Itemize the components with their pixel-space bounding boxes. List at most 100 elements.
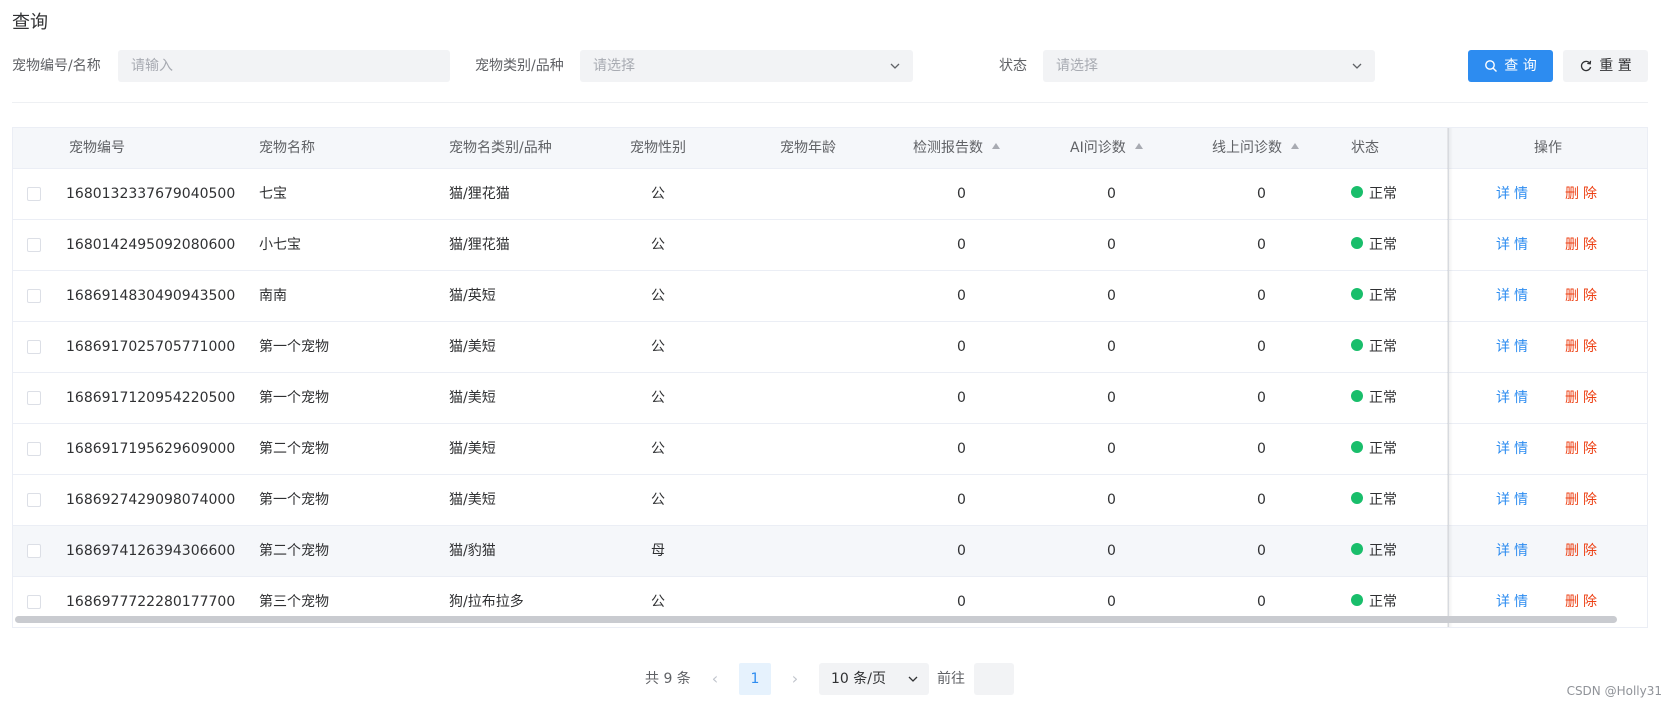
status-text: 正常 — [1369, 186, 1397, 202]
col-reports[interactable]: 检测报告数 — [913, 128, 1000, 168]
status-dot-icon — [1351, 390, 1363, 402]
status-text: 正常 — [1369, 543, 1397, 559]
row-checkbox[interactable] — [27, 238, 41, 252]
divider — [12, 102, 1648, 103]
delete-link[interactable]: 删除 — [1565, 373, 1601, 423]
cell-pet-id: 1686917195629609000 — [66, 441, 236, 457]
page-size-select[interactable]: 10 条/页 — [819, 663, 929, 695]
delete-link[interactable]: 删除 — [1565, 271, 1601, 321]
detail-link[interactable]: 详情 — [1496, 169, 1532, 219]
table-row[interactable]: 1686927429098074000 第一个宠物 猫/美短 公 0 0 0 正常 详情 删除 — [13, 475, 1647, 526]
search-button[interactable]: 查 询 — [1468, 50, 1553, 82]
cell-gender: 公 — [651, 288, 665, 304]
category-label: 宠物类别/品种 — [475, 58, 564, 74]
cell-category: 猫/美短 — [449, 339, 496, 355]
cell-pet-name: 第一个宠物 — [259, 390, 329, 406]
cell-ai: 0 — [1107, 492, 1116, 508]
table-row[interactable]: 1680142495092080600 小七宝 猫/狸花猫 公 0 0 0 正常 详情 删除 — [13, 220, 1647, 271]
cell-category: 猫/美短 — [449, 390, 496, 406]
cell-category: 猫/狸花猫 — [449, 186, 510, 202]
delete-link[interactable]: 删除 — [1565, 220, 1601, 270]
table-row[interactable]: 1686974126394306600 第二个宠物 猫/豹猫 母 0 0 0 正常 详情 删除 — [13, 526, 1647, 577]
col-ai[interactable]: AI问诊数 — [1070, 128, 1143, 168]
cell-online: 0 — [1257, 339, 1266, 355]
detail-link[interactable]: 详情 — [1496, 475, 1532, 525]
row-checkbox[interactable] — [27, 595, 41, 609]
search-icon — [1485, 60, 1498, 72]
detail-link[interactable]: 详情 — [1496, 424, 1532, 474]
row-checkbox[interactable] — [27, 391, 41, 405]
delete-link[interactable]: 删除 — [1565, 169, 1601, 219]
reset-button[interactable]: 重 置 — [1563, 50, 1648, 82]
goto-page-input[interactable] — [974, 663, 1014, 695]
table-row[interactable]: 1686917025705771000 第一个宠物 猫/美短 公 0 0 0 正常 详情 删除 — [13, 322, 1647, 373]
cell-pet-name: 第二个宠物 — [259, 441, 329, 457]
cell-pet-id: 1680132337679040500 — [66, 186, 236, 202]
row-checkbox[interactable] — [27, 493, 41, 507]
pet-id-label: 宠物编号/名称 — [12, 58, 101, 74]
cell-pet-id: 1680142495092080600 — [66, 237, 236, 253]
table-row[interactable]: 1680132337679040500 七宝 猫/狸花猫 公 0 0 0 正常 详情 删除 — [13, 169, 1647, 220]
page-number-button[interactable]: 1 — [739, 663, 771, 695]
cell-ai: 0 — [1107, 186, 1116, 202]
category-select[interactable]: 请选择 — [580, 50, 913, 82]
detail-link[interactable]: 详情 — [1496, 271, 1532, 321]
detail-link[interactable]: 详情 — [1496, 373, 1532, 423]
cell-ai: 0 — [1107, 441, 1116, 457]
detail-link[interactable]: 详情 — [1496, 220, 1532, 270]
horizontal-scrollbar[interactable] — [15, 616, 1617, 623]
cell-pet-id: 1686917120954220500 — [66, 390, 236, 406]
status-dot-icon — [1351, 237, 1363, 249]
row-checkbox[interactable] — [27, 442, 41, 456]
cell-ai: 0 — [1107, 288, 1116, 304]
status-text: 正常 — [1369, 339, 1397, 355]
status-badge: 正常 — [1351, 373, 1397, 423]
cell-reports: 0 — [957, 543, 966, 559]
detail-link[interactable]: 详情 — [1496, 526, 1532, 576]
cell-online: 0 — [1257, 186, 1266, 202]
cell-ai: 0 — [1107, 390, 1116, 406]
status-text: 正常 — [1369, 441, 1397, 457]
goto-label: 前往 — [937, 671, 965, 687]
status-text: 正常 — [1369, 390, 1397, 406]
table-row[interactable]: 1686914830490943500 南南 猫/英短 公 0 0 0 正常 详情 删除 — [13, 271, 1647, 322]
cell-reports: 0 — [957, 441, 966, 457]
cell-gender: 公 — [651, 492, 665, 508]
sort-up-icon[interactable] — [1134, 143, 1143, 149]
chevron-down-icon — [1352, 63, 1362, 69]
pet-id-input[interactable]: 请输入 — [118, 50, 450, 82]
row-checkbox[interactable] — [27, 187, 41, 201]
sort-up-icon[interactable] — [992, 143, 1000, 149]
cell-online: 0 — [1257, 492, 1266, 508]
cell-reports: 0 — [957, 186, 966, 202]
delete-link[interactable]: 删除 — [1565, 526, 1601, 576]
delete-link[interactable]: 删除 — [1565, 475, 1601, 525]
chevron-down-icon — [908, 676, 918, 682]
col-online[interactable]: 线上问诊数 — [1212, 128, 1299, 168]
cell-category: 猫/狸花猫 — [449, 237, 510, 253]
next-page-button[interactable]: › — [780, 663, 810, 695]
delete-link[interactable]: 删除 — [1565, 424, 1601, 474]
row-checkbox[interactable] — [27, 544, 41, 558]
cell-online: 0 — [1257, 441, 1266, 457]
prev-page-button[interactable]: ‹ — [700, 663, 730, 695]
cell-reports: 0 — [957, 492, 966, 508]
cell-gender: 公 — [651, 390, 665, 406]
status-select[interactable]: 请选择 — [1043, 50, 1375, 82]
row-checkbox[interactable] — [27, 340, 41, 354]
cell-gender: 公 — [651, 441, 665, 457]
table-row[interactable]: 1686917195629609000 第二个宠物 猫/美短 公 0 0 0 正常 详情 删除 — [13, 424, 1647, 475]
col-status: 状态 — [1351, 140, 1379, 156]
col-age: 宠物年龄 — [780, 140, 836, 156]
cell-reports: 0 — [957, 288, 966, 304]
sort-up-icon[interactable] — [1291, 143, 1299, 149]
detail-link[interactable]: 详情 — [1496, 322, 1532, 372]
cell-pet-name: 小七宝 — [259, 237, 301, 253]
cell-online: 0 — [1257, 390, 1266, 406]
pet-table: 宠物编号 宠物名称 宠物名类别/品种 宠物性别 宠物年龄 检测报告数 AI问诊数… — [12, 127, 1648, 628]
cell-pet-id: 1686974126394306600 — [66, 543, 236, 559]
row-checkbox[interactable] — [27, 289, 41, 303]
status-text: 正常 — [1369, 288, 1397, 304]
table-row[interactable]: 1686917120954220500 第一个宠物 猫/美短 公 0 0 0 正常 详情 删除 — [13, 373, 1647, 424]
delete-link[interactable]: 删除 — [1565, 322, 1601, 372]
